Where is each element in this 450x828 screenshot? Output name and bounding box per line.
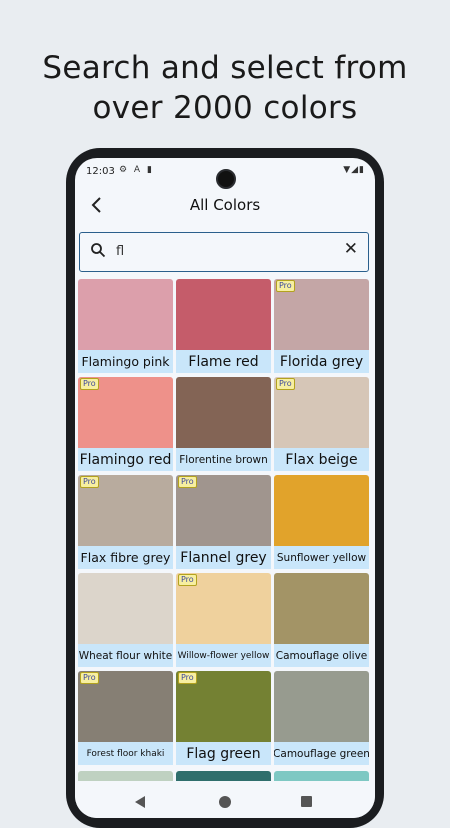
search-input[interactable] <box>116 241 316 261</box>
color-swatch: Pro <box>78 475 173 546</box>
color-name: Flax beige <box>274 448 369 471</box>
pro-badge: Pro <box>80 672 99 684</box>
color-name: Flannel grey <box>176 546 271 569</box>
color-name: Florida grey <box>274 350 369 373</box>
nav-home-icon[interactable] <box>219 796 231 808</box>
color-name: Flame red <box>176 350 271 373</box>
color-swatch <box>274 671 369 742</box>
color-swatch: Pro <box>78 377 173 448</box>
color-swatch[interactable] <box>78 771 173 781</box>
headline-line-2: over 2000 colors <box>92 90 358 126</box>
app-bar: All Colors <box>75 188 375 222</box>
color-swatch[interactable] <box>176 771 271 781</box>
color-swatch: Pro <box>274 377 369 448</box>
color-tile[interactable]: Florentine brown <box>176 377 271 471</box>
color-name: Flamingo pink <box>78 350 173 373</box>
color-tile[interactable]: Pro Flannel grey <box>176 475 271 569</box>
color-swatch[interactable] <box>274 771 369 781</box>
pro-badge: Pro <box>276 280 295 292</box>
color-tile[interactable]: Pro Flamingo red <box>78 377 173 471</box>
navigation-bar <box>75 786 375 818</box>
color-name: Forest floor khaki <box>78 742 173 765</box>
color-swatch <box>274 573 369 644</box>
color-tile[interactable]: Wheat flour white <box>78 573 173 667</box>
color-tile[interactable]: Pro Florida grey <box>274 279 369 373</box>
color-swatch <box>78 573 173 644</box>
color-tile[interactable]: Pro Flax fibre grey <box>78 475 173 569</box>
color-tile[interactable]: Sunflower yellow <box>274 475 369 569</box>
pro-badge: Pro <box>178 476 197 488</box>
color-name: Wheat flour white <box>78 644 173 667</box>
headline-line-1: Search and select from <box>42 50 408 86</box>
pro-badge: Pro <box>80 378 99 390</box>
color-name: Sunflower yellow <box>274 546 369 569</box>
pro-badge: Pro <box>178 574 197 586</box>
search-icon <box>91 243 106 258</box>
color-tile[interactable]: Pro Forest floor khaki <box>78 671 173 765</box>
color-name: Flag green <box>176 742 271 765</box>
color-tile[interactable]: Camouflage green <box>274 671 369 765</box>
color-swatch: Pro <box>176 475 271 546</box>
pro-badge: Pro <box>80 476 99 488</box>
color-swatch <box>176 377 271 448</box>
color-swatch: Pro <box>176 573 271 644</box>
status-right-icons: ▼◢▮ <box>343 165 365 175</box>
color-swatch: Pro <box>78 671 173 742</box>
color-name: Camouflage green <box>274 742 369 765</box>
color-name: Flamingo red <box>78 448 173 471</box>
close-icon[interactable]: ✕ <box>344 239 358 259</box>
nav-recents-icon[interactable] <box>301 796 312 807</box>
color-grid: Flamingo pink Flame red Pro Florida grey Pro… <box>78 279 372 765</box>
color-swatch: Pro <box>176 671 271 742</box>
color-tile[interactable]: Flame red <box>176 279 271 373</box>
color-tile[interactable]: Flamingo pink <box>78 279 173 373</box>
color-name: Florentine brown <box>176 448 271 471</box>
color-tile[interactable]: Camouflage olive <box>274 573 369 667</box>
color-tile[interactable]: Pro Flax beige <box>274 377 369 471</box>
color-swatch <box>274 475 369 546</box>
color-tile[interactable]: Pro Willow-flower yellow <box>176 573 271 667</box>
pro-badge: Pro <box>276 378 295 390</box>
phone-screen: 12:03 ⚙ A ▮ ▼◢▮ All Colors ✕ Flamingo pi… <box>75 158 375 818</box>
page-title: All Colors <box>189 196 261 214</box>
color-swatch: Pro <box>274 279 369 350</box>
color-name: Willow-flower yellow <box>176 644 271 667</box>
color-name: Flax fibre grey <box>78 546 173 569</box>
color-tile[interactable]: Pro Flag green <box>176 671 271 765</box>
search-field[interactable]: ✕ <box>79 232 369 272</box>
color-swatch <box>78 279 173 350</box>
color-swatch <box>176 279 271 350</box>
color-grid-partial-row <box>78 771 372 781</box>
status-time: 12:03 <box>86 166 115 177</box>
camera-cutout <box>216 169 236 189</box>
promo-headline: Search and select from over 2000 colors <box>0 48 450 128</box>
status-left-icons: ⚙ A ▮ <box>119 165 154 175</box>
pro-badge: Pro <box>178 672 197 684</box>
color-name: Camouflage olive <box>274 644 369 667</box>
nav-back-icon[interactable] <box>135 796 145 808</box>
